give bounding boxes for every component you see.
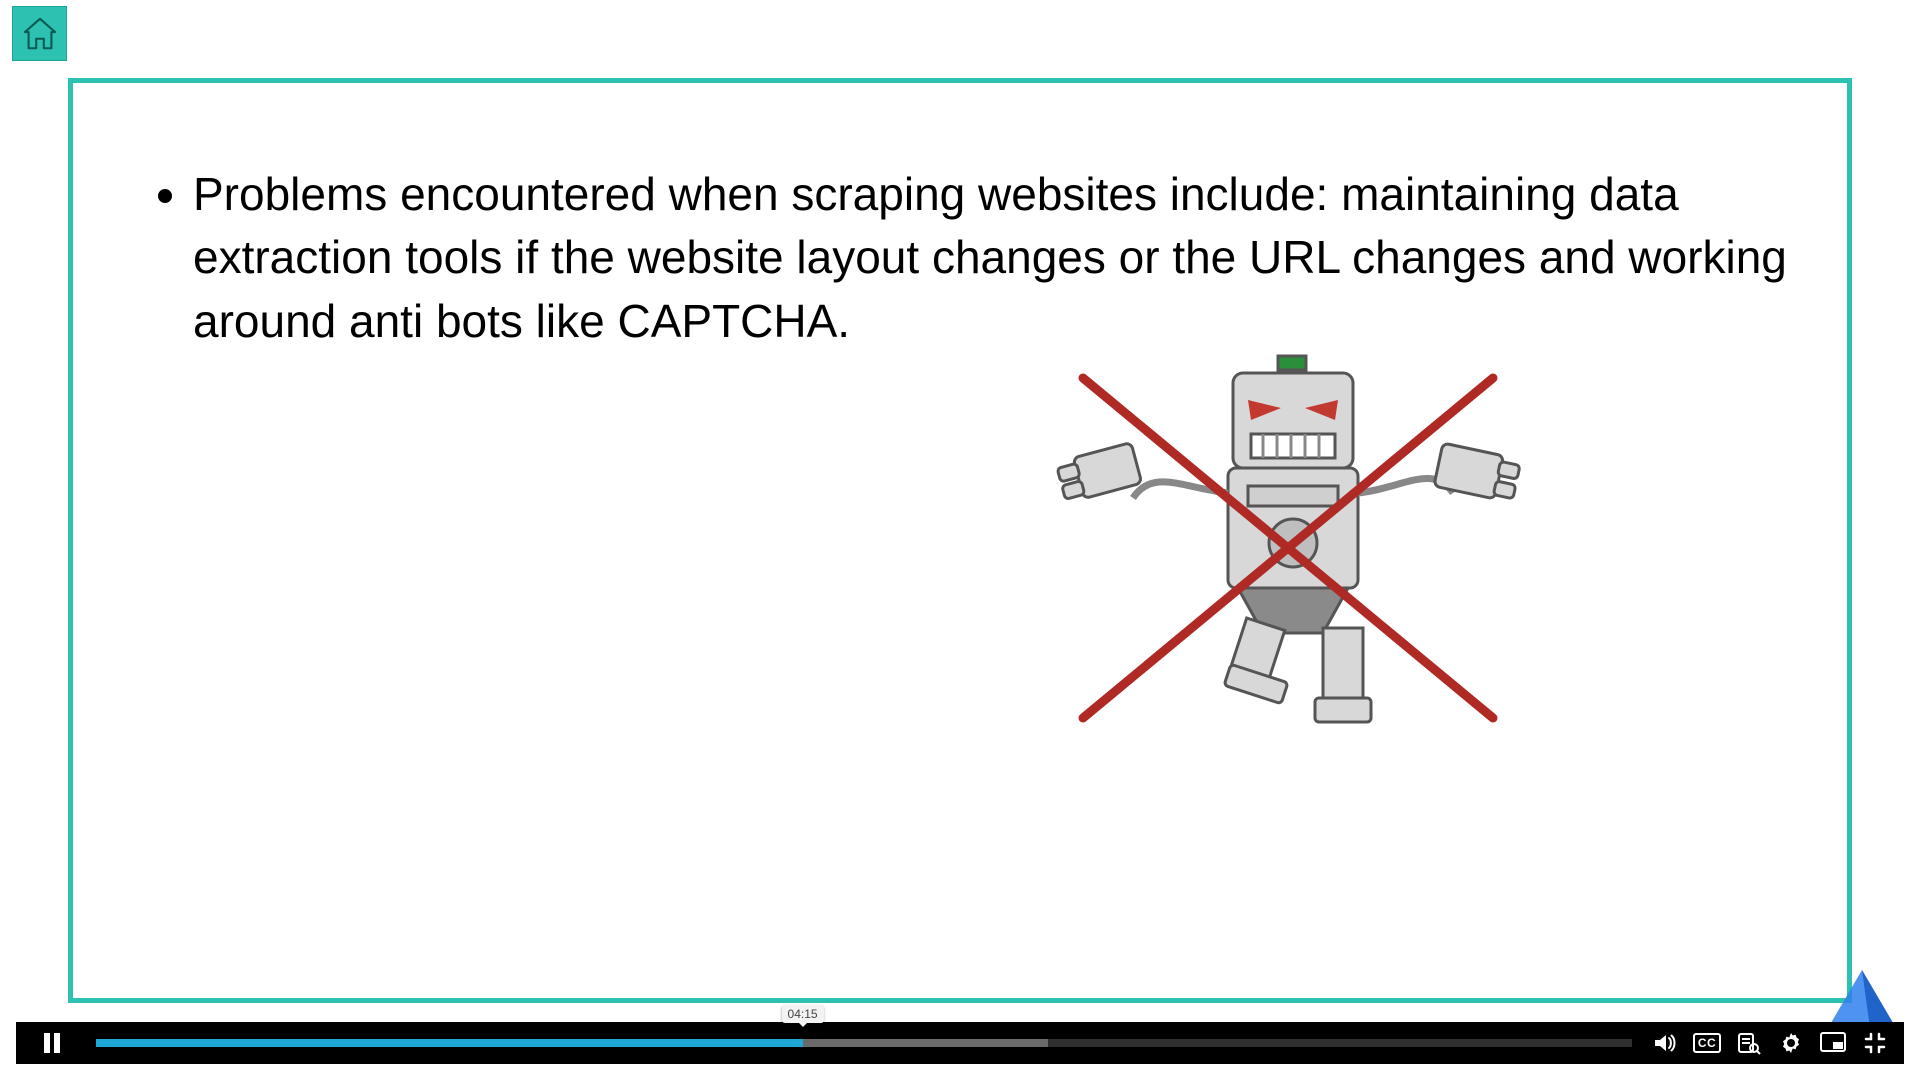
volume-button[interactable]	[1646, 1022, 1684, 1064]
time-tooltip: 04:15	[782, 1005, 824, 1023]
fullscreen-exit-button[interactable]	[1856, 1022, 1894, 1064]
transcript-search-icon	[1737, 1031, 1761, 1055]
anti-bot-illustration	[1023, 348, 1543, 758]
player-controls: CC	[1640, 1022, 1904, 1064]
slide-frame: Problems encountered when scraping websi…	[68, 78, 1852, 1003]
transcript-search-button[interactable]	[1730, 1022, 1768, 1064]
volume-icon	[1653, 1031, 1677, 1055]
pause-icon	[42, 1032, 62, 1054]
slide-content: Problems encountered when scraping websi…	[73, 83, 1847, 998]
pause-button[interactable]	[16, 1022, 88, 1064]
home-button[interactable]	[12, 6, 67, 61]
cc-icon: CC	[1693, 1033, 1721, 1053]
settings-button[interactable]	[1772, 1022, 1810, 1064]
progress-area: 04:15	[88, 1022, 1640, 1064]
pip-icon	[1820, 1032, 1846, 1054]
video-player-bar: 04:15 CC	[16, 1022, 1904, 1064]
brand-logo	[1826, 968, 1898, 1030]
fullscreen-exit-icon	[1864, 1032, 1886, 1054]
captions-button[interactable]: CC	[1688, 1022, 1726, 1064]
gear-icon	[1779, 1031, 1803, 1055]
progress-played	[96, 1039, 803, 1047]
bullet-list: Problems encountered when scraping websi…	[133, 163, 1787, 353]
progress-track[interactable]: 04:15	[96, 1039, 1632, 1047]
pip-button[interactable]	[1814, 1022, 1852, 1064]
robot-crossed-icon	[1023, 348, 1543, 758]
bullet-item: Problems encountered when scraping websi…	[193, 163, 1787, 353]
home-icon	[21, 15, 59, 53]
